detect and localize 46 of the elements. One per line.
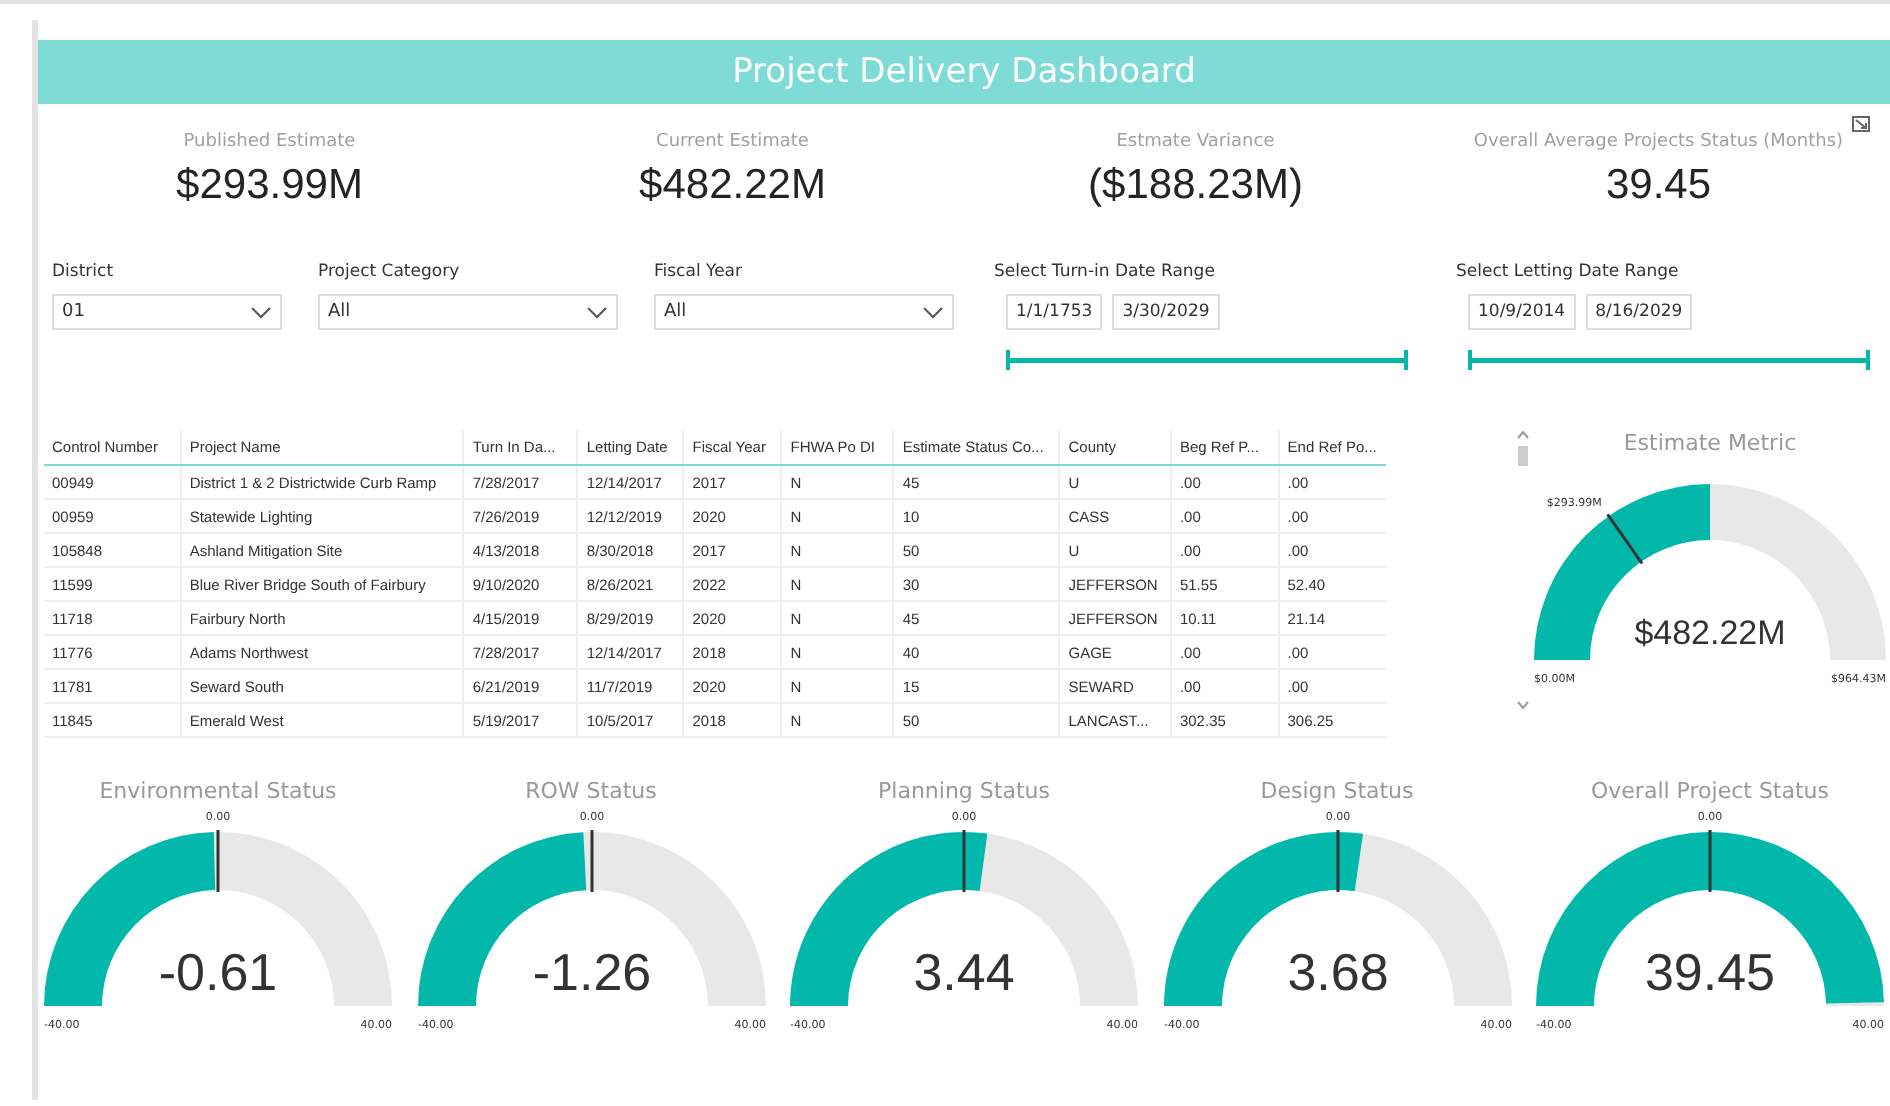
scrollbar-thumb[interactable]	[1517, 446, 1528, 466]
kpi-label: Published Estimate	[183, 132, 356, 152]
gauge-title: Design Status	[1260, 778, 1414, 804]
scroll-up-icon[interactable]	[1515, 430, 1530, 440]
gauge-value: -0.61	[158, 942, 278, 1002]
target-marker	[962, 830, 966, 892]
gauge-value: 3.68	[1286, 942, 1388, 1002]
filter-label: District	[52, 262, 116, 282]
gauge-value: 39.45	[1644, 942, 1776, 1002]
kpi-label: Overall Average Projects Status (Months)	[1473, 132, 1844, 152]
target-marker	[1606, 513, 1644, 565]
filter-dropdown[interactable]: All	[318, 294, 618, 330]
gauge-value: -1.26	[531, 942, 651, 1002]
gauge-title: Planning Status	[878, 778, 1050, 804]
date-field[interactable]: 3/30/2029	[1112, 294, 1220, 330]
filter-label: Select Turn-in Date Range	[994, 262, 1217, 282]
filter-dropdown[interactable]: All	[654, 294, 954, 330]
kpi-label: Current Estimate	[656, 132, 809, 152]
target-marker	[216, 830, 220, 892]
dashboard-title: Project Delivery Dashboard	[38, 40, 1890, 104]
target-marker	[1335, 830, 1339, 892]
kpi-value: 39.45	[1605, 162, 1712, 210]
kpi-value: $482.22M	[639, 162, 826, 210]
date-field[interactable]: 1/1/1753	[1006, 294, 1103, 330]
target-marker	[589, 830, 593, 892]
gauge-value: 3.44	[913, 942, 1015, 1002]
kpi-label: Estmate Variance	[1116, 132, 1275, 152]
chevron-down-icon	[586, 305, 608, 319]
gauge-value: $482.22M	[1634, 614, 1786, 652]
gauge-title: Environmental Status	[99, 778, 337, 804]
filter-label: Project Category	[318, 262, 462, 282]
date-field[interactable]: 10/9/2014	[1468, 294, 1576, 330]
kpi-value: ($188.23M)	[1088, 162, 1303, 210]
gauge-title: Overall Project Status	[1591, 778, 1829, 804]
gauge-title: ROW Status	[525, 778, 657, 804]
gauge-title: Estimate Metric	[1623, 430, 1797, 456]
scroll-down-icon[interactable]	[1515, 700, 1530, 710]
target-marker	[1708, 830, 1712, 892]
date-field[interactable]: 8/16/2029	[1585, 294, 1693, 330]
chevron-down-icon	[250, 305, 272, 319]
focus-mode-icon[interactable]	[1852, 116, 1870, 132]
kpi-value: $293.99M	[176, 162, 363, 210]
filter-label: Select Letting Date Range	[1456, 262, 1681, 282]
chevron-down-icon	[922, 305, 944, 319]
filter-dropdown[interactable]: 01	[52, 294, 282, 330]
filter-label: Fiscal Year	[654, 262, 745, 282]
